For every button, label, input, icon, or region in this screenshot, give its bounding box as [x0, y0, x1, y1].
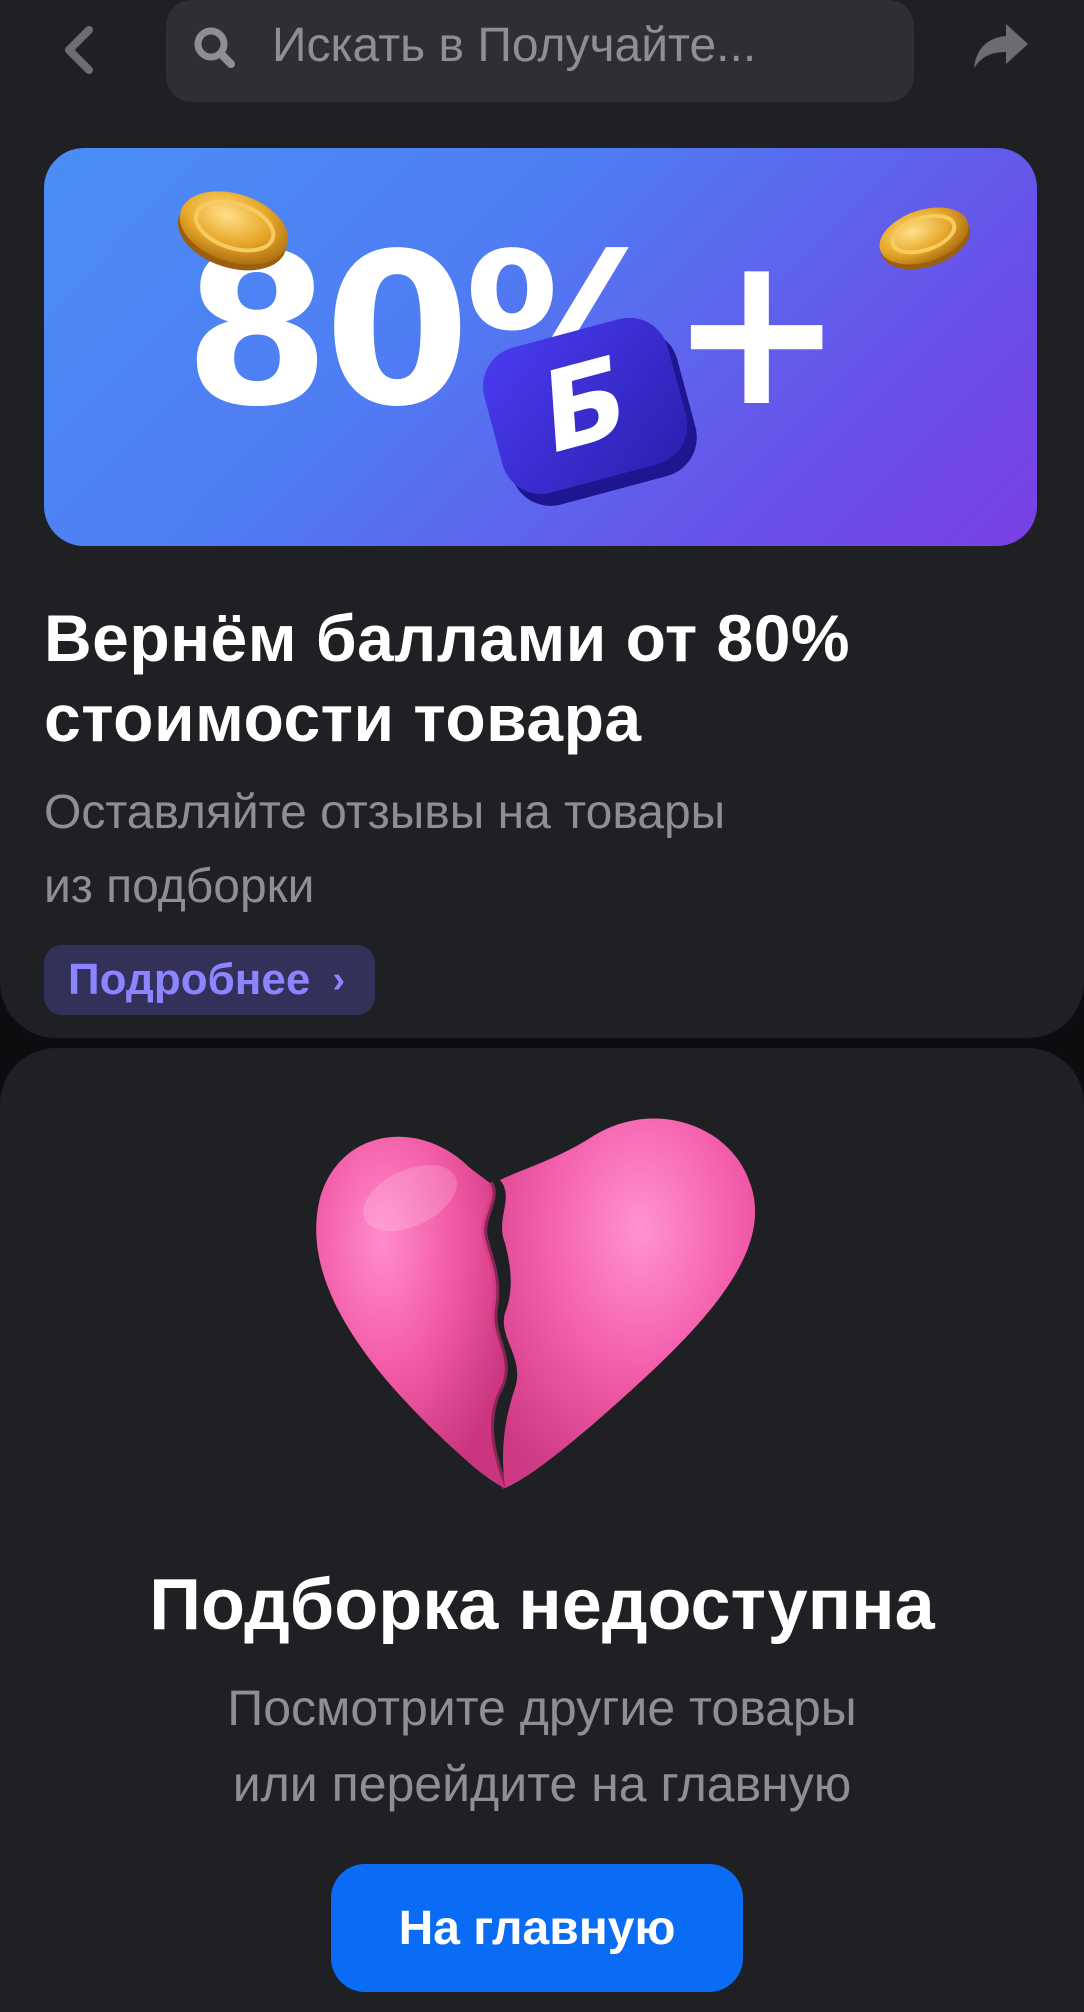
- app-root: Искать в Получайте... 80%+ Б Вернём балл…: [0, 0, 1084, 2012]
- promo-title: Вернём баллами от 80% стоимости товара: [44, 598, 1044, 758]
- chevron-left-icon: [65, 26, 93, 74]
- promo-card: Искать в Получайте... 80%+ Б Вернём балл…: [0, 0, 1084, 1038]
- promo-banner-art: 80%+ Б: [177, 191, 971, 506]
- go-home-button-label: На главную: [398, 1901, 676, 1955]
- promo-subtitle-line: из подборки: [44, 860, 315, 913]
- more-button[interactable]: Подробнее ›: [44, 945, 375, 1015]
- unavailable-subtitle: Посмотрите другие товары или перейдите н…: [0, 1670, 1084, 1822]
- back-button[interactable]: [44, 10, 114, 90]
- promo-subtitle: Оставляйте отзывы на товары из подборки: [44, 776, 944, 924]
- unavailable-card: Подборка недоступна Посмотрите другие то…: [0, 1048, 1084, 2012]
- broken-heart-icon: [316, 1118, 756, 1490]
- share-button[interactable]: [966, 12, 1036, 82]
- promo-title-line: стоимости товара: [44, 681, 642, 755]
- share-arrow-icon: [974, 24, 1028, 68]
- search-input[interactable]: Искать в Получайте...: [166, 0, 914, 102]
- search-icon: [194, 27, 235, 68]
- chevron-right-icon: ›: [332, 958, 345, 1001]
- more-button-label: Подробнее: [68, 955, 311, 1004]
- unavailable-title: Подборка недоступна: [149, 1565, 935, 1645]
- promo-banner[interactable]: 80%+ Б: [44, 148, 1037, 546]
- go-home-button[interactable]: На главную: [331, 1864, 743, 1992]
- coin-icon: [879, 207, 971, 270]
- promo-subtitle-line: Оставляйте отзывы на товары: [44, 786, 726, 839]
- unavailable-subtitle-line: Посмотрите другие товары: [227, 1680, 857, 1736]
- unavailable-subtitle-line: или перейдите на главную: [232, 1756, 852, 1812]
- search-placeholder: Искать в Получайте...: [272, 19, 757, 72]
- promo-title-line: Вернём баллами от 80%: [44, 601, 851, 675]
- top-bar: Искать в Получайте...: [0, 0, 1084, 106]
